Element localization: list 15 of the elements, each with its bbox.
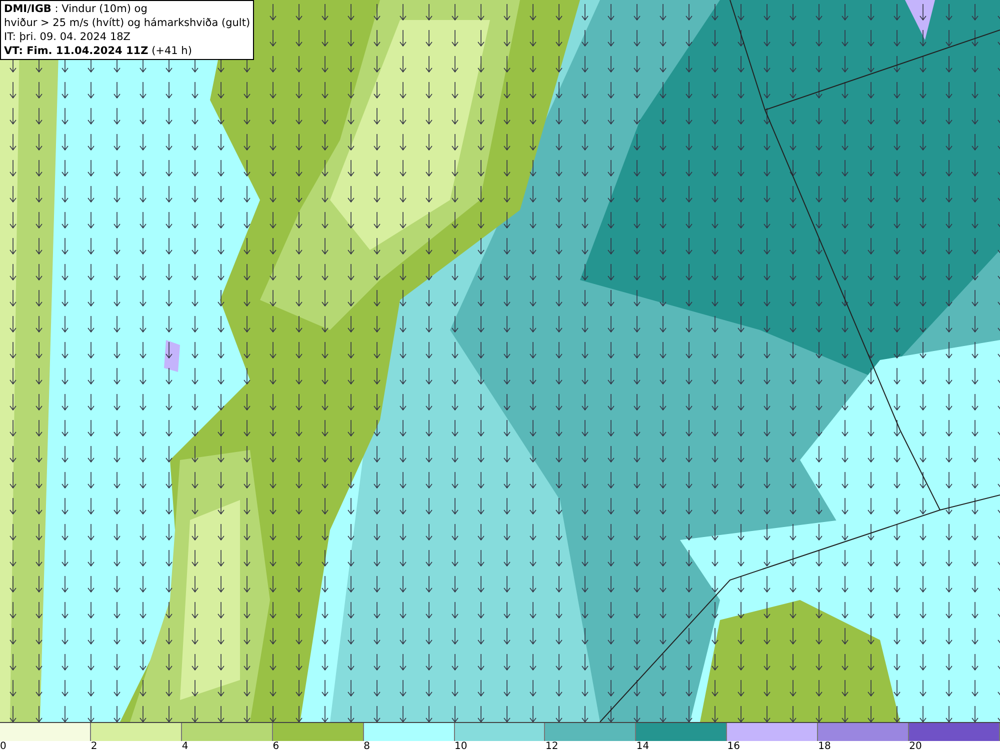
title-line: IT: þri. 09. 04. 2024 18Z [4, 30, 132, 44]
legend-label: 14 [636, 741, 650, 753]
legend-label: 16 [727, 741, 740, 753]
title-line: hviður > 25 m/s (hvítt) og hámarkshviða (gult) [4, 16, 250, 30]
legend-label: 12 [545, 741, 558, 753]
legend-label: 20 [909, 741, 922, 753]
legend-label: 4 [182, 741, 188, 753]
legend-label: 10 [454, 741, 468, 753]
legend-label: 6 [272, 741, 280, 753]
legend-label: 2 [90, 741, 98, 753]
title-line: DMI/IGB : Vindur (10m) og [4, 2, 148, 16]
title-line: VT: Fim. 11.04.2024 11Z (+41 h) [4, 44, 193, 58]
legend-label: 18 [818, 741, 831, 753]
legend-label: 8 [364, 741, 370, 753]
legend-label: 0 [0, 741, 6, 753]
